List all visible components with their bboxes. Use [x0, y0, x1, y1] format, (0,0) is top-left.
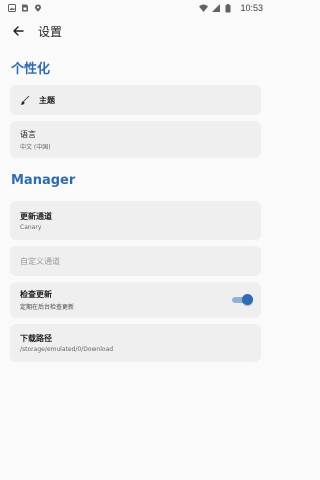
app-bar: 设置	[0, 16, 270, 46]
check-updates-setting[interactable]: 检查更新 定期在后台检查更新	[10, 282, 261, 318]
status-time: 10:53	[240, 3, 263, 13]
language-label: 语言	[20, 129, 36, 139]
check-updates-toggle[interactable]	[231, 294, 253, 305]
download-path-value: /storage/emulated/0/Download	[20, 346, 114, 353]
status-right: 10:53	[199, 3, 263, 13]
back-button[interactable]	[10, 23, 26, 39]
toggle-thumb	[242, 294, 253, 305]
image-icon	[8, 4, 16, 12]
signal-icon	[212, 4, 221, 12]
sim-icon	[21, 4, 29, 12]
brush-icon	[20, 95, 30, 105]
theme-label: 主题	[39, 95, 55, 105]
update-channel-value: Canary	[20, 223, 42, 231]
language-value: 中文 (中国)	[20, 143, 51, 151]
location-icon	[34, 4, 42, 12]
theme-setting[interactable]: 主题	[10, 85, 261, 115]
status-left	[8, 4, 42, 12]
custom-channel-placeholder: 自定义通道	[20, 256, 60, 266]
download-path-label: 下载路径	[20, 334, 52, 343]
download-path-setting[interactable]: 下载路径 /storage/emulated/0/Download	[10, 324, 261, 362]
wifi-icon	[199, 4, 209, 12]
page-title: 设置	[38, 24, 63, 39]
status-bar: 10:53	[0, 0, 270, 16]
check-updates-label: 检查更新	[20, 290, 52, 299]
section-header-personalization: 个性化	[11, 62, 51, 77]
battery-icon	[225, 4, 233, 13]
update-channel-label: 更新通道	[20, 211, 52, 221]
language-setting[interactable]: 语言 中文 (中国)	[10, 121, 261, 158]
section-header-manager: Manager	[11, 173, 76, 188]
update-channel-setting[interactable]: 更新通道 Canary	[10, 201, 261, 240]
custom-channel-input[interactable]: 自定义通道	[10, 246, 261, 276]
back-arrow-icon	[13, 26, 24, 36]
check-updates-description: 定期在后台检查更新	[20, 304, 75, 311]
